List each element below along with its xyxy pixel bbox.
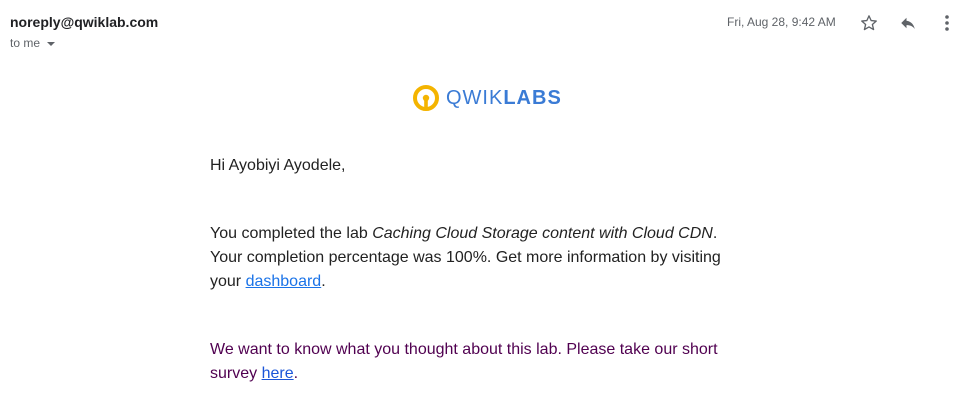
para1-end: . [321, 273, 326, 290]
logo-text-bold: LABS [503, 86, 562, 109]
survey-link[interactable]: here [262, 365, 294, 382]
recipient-label: to me [10, 36, 41, 50]
para2-end: . [293, 365, 299, 382]
sender-address: noreply@qwiklab.com [10, 14, 159, 30]
email-date: Fri, Aug 28, 9:42 AM [727, 15, 836, 29]
dashboard-link[interactable]: dashboard [246, 273, 322, 290]
para1-prefix: You completed the lab [210, 225, 373, 242]
recipient-details-toggle[interactable]: to me [10, 36, 56, 50]
logo-wordmark: QWIKLABS [446, 87, 562, 110]
logo-text-regular: QWIK [446, 86, 504, 109]
email-header: noreply@qwiklab.com to me Fri, Aug 28, 9… [0, 0, 957, 60]
qwiklabs-logo: QWIKLABS [412, 84, 562, 112]
qwiklabs-logo-icon [413, 85, 439, 111]
reply-icon[interactable] [897, 12, 919, 34]
star-icon[interactable] [858, 12, 880, 34]
chevron-down-icon[interactable] [47, 41, 56, 46]
completion-paragraph: You completed the lab Caching Cloud Stor… [210, 222, 750, 294]
greeting: Hi Ayobiyi Ayodele, [210, 157, 346, 174]
survey-paragraph: We want to know what you thought about t… [210, 338, 750, 386]
lab-name: Caching Cloud Storage content with Cloud… [372, 225, 713, 242]
more-vert-icon[interactable] [936, 12, 957, 34]
